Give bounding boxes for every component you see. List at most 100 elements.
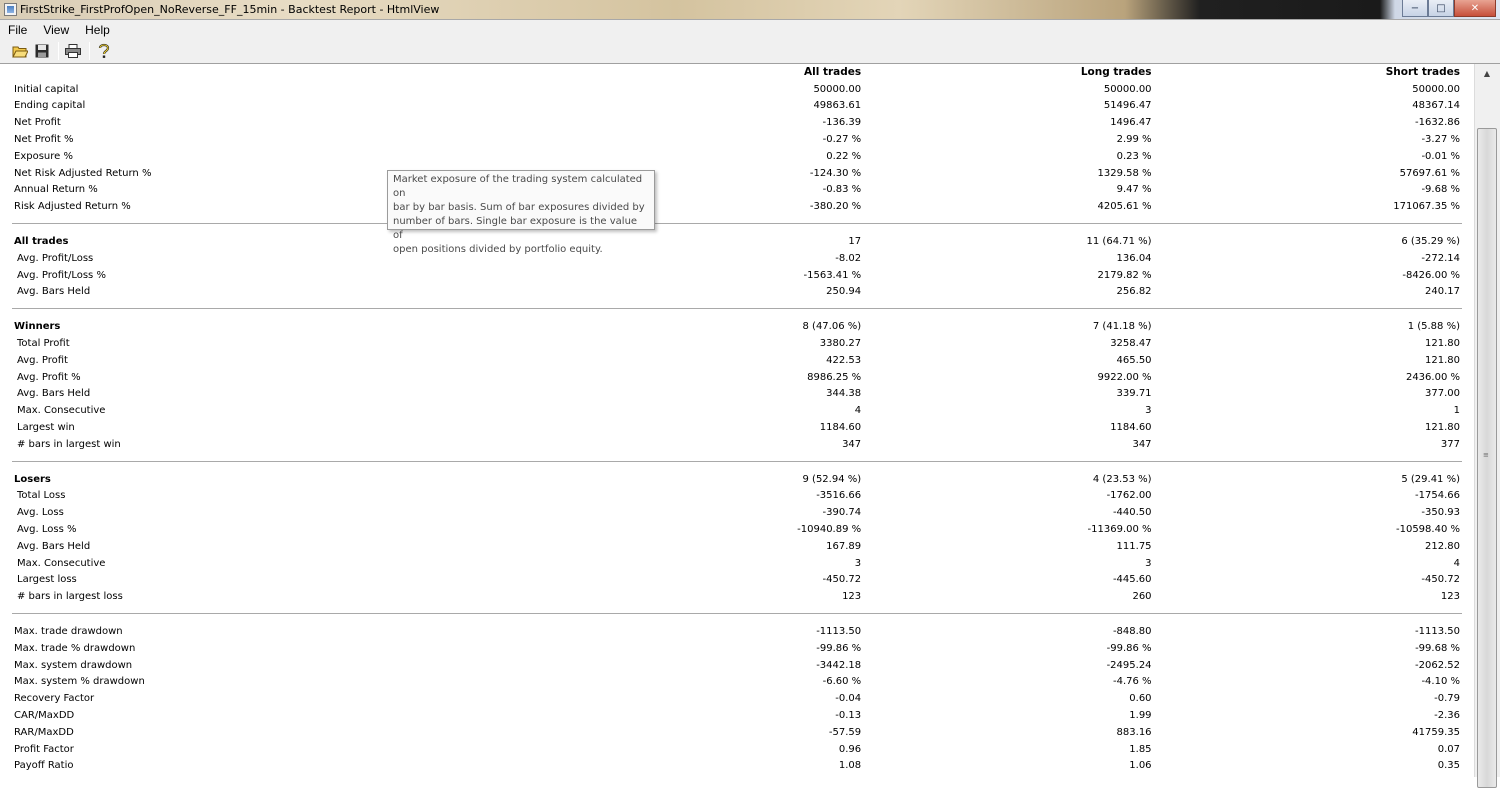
all-trades-value: 422.53 bbox=[826, 354, 862, 366]
table-row: RAR/MaxDD -57.59 883.16 41759.35 bbox=[12, 724, 1462, 741]
short-trades-value: -2062.52 bbox=[1415, 659, 1460, 671]
all-trades-value: 347 bbox=[842, 438, 862, 450]
scrollbar-thumb[interactable]: ≡ bbox=[1477, 128, 1497, 788]
long-trades-value: 1329.58 % bbox=[1097, 167, 1152, 179]
minimize-icon: − bbox=[1410, 2, 1420, 14]
row-label: Max. system drawdown bbox=[14, 659, 133, 671]
spacer-row bbox=[12, 462, 1462, 471]
short-trades-value: 5 (29.41 %) bbox=[1401, 473, 1460, 485]
long-trades-value: 2179.82 % bbox=[1097, 269, 1152, 281]
short-trades-value: 4 bbox=[1453, 557, 1460, 569]
col-header-all-trades: All trades bbox=[804, 66, 862, 79]
all-trades-value: 8 (47.06 %) bbox=[802, 321, 862, 333]
long-trades-value: 50000.00 bbox=[1103, 83, 1152, 95]
spacer-row bbox=[12, 614, 1462, 623]
report-view[interactable]: All trades Long trades Short trades Initial… bbox=[0, 64, 1474, 777]
row-label: Avg. Profit % bbox=[17, 371, 81, 383]
row-label: Avg. Bars Held bbox=[17, 286, 91, 298]
long-trades-value: 1.85 bbox=[1129, 743, 1152, 755]
table-row: Max. system % drawdown -6.60 % -4.76 % -4.1… bbox=[12, 674, 1462, 691]
table-row: # bars in largest loss 123 260 123 bbox=[12, 588, 1462, 605]
col-header-short-trades: Short trades bbox=[1385, 66, 1460, 79]
table-row: Exposure % 0.22 % 0.23 % -0.01 % bbox=[12, 148, 1462, 165]
long-trades-value: -99.86 % bbox=[1106, 642, 1152, 654]
spacer-row bbox=[12, 309, 1462, 318]
row-label: Avg. Loss % bbox=[17, 524, 77, 536]
window-controls: − □ ✕ bbox=[1402, 0, 1496, 18]
print-button[interactable] bbox=[63, 41, 83, 61]
row-label: Winners bbox=[14, 321, 61, 333]
long-trades-value: 1184.60 bbox=[1110, 422, 1152, 434]
table-row: Max. trade drawdown -1113.50 -848.80 -1113.… bbox=[12, 623, 1462, 640]
row-label: RAR/MaxDD bbox=[14, 726, 74, 738]
long-trades-value: 136.04 bbox=[1116, 252, 1152, 264]
short-trades-value: -9.68 % bbox=[1421, 184, 1460, 196]
table-row: Profit Factor 0.96 1.85 0.07 bbox=[12, 741, 1462, 758]
scroll-up-arrow-icon[interactable]: ▲ bbox=[1478, 66, 1496, 80]
spacer-row bbox=[12, 605, 1462, 613]
short-trades-value: 240.17 bbox=[1425, 286, 1460, 298]
close-icon: ✕ bbox=[1470, 2, 1480, 14]
all-trades-value: -1113.50 bbox=[816, 626, 862, 637]
table-row: Payoff Ratio 1.08 1.06 0.35 bbox=[12, 757, 1462, 774]
exposure-tooltip: Market exposure of the trading system ca… bbox=[387, 170, 655, 255]
tooltip-line: number of bars. Single bar exposure is t… bbox=[393, 216, 638, 241]
menu-file[interactable]: File bbox=[6, 23, 29, 37]
vertical-scrollbar[interactable]: ▲ ≡ bbox=[1474, 64, 1500, 788]
short-trades-value: 121.80 bbox=[1425, 338, 1460, 350]
all-trades-value: 344.38 bbox=[826, 388, 862, 400]
help-button[interactable] bbox=[94, 41, 114, 61]
row-label: # bars in largest win bbox=[17, 438, 121, 450]
all-trades-value: -57.59 bbox=[828, 726, 862, 738]
table-row: Net Profit % -0.27 % 2.99 % -3.27 % bbox=[12, 131, 1462, 148]
long-trades-value: 883.16 bbox=[1116, 726, 1152, 738]
scroll-grip-icon: ≡ bbox=[1483, 451, 1489, 459]
long-trades-value: 4205.61 % bbox=[1097, 201, 1152, 213]
row-label: Total Loss bbox=[17, 490, 66, 502]
table-row: Net Risk Adjusted Return % -124.30 % 1329.… bbox=[12, 165, 1462, 182]
spacer-row bbox=[12, 224, 1462, 233]
menu-help[interactable]: Help bbox=[83, 23, 112, 37]
all-trades-value: -450.72 bbox=[822, 574, 862, 586]
all-trades-value: 1184.60 bbox=[819, 422, 862, 434]
long-trades-value: 3 bbox=[1145, 405, 1152, 417]
row-label: Payoff Ratio bbox=[14, 760, 74, 772]
long-trades-value: 465.50 bbox=[1116, 354, 1152, 366]
short-trades-value: -10598.40 % bbox=[1395, 524, 1460, 536]
all-trades-value: 0.22 % bbox=[826, 150, 862, 162]
table-row: Avg. Profit/Loss -8.02 136.04 -272.14 bbox=[12, 250, 1462, 267]
toolbar-separator bbox=[89, 42, 90, 60]
row-label: Initial capital bbox=[14, 83, 79, 95]
long-trades-value: 3 bbox=[1145, 557, 1152, 569]
short-trades-value: 48367.14 bbox=[1412, 100, 1460, 112]
tooltip-line: bar by bar basis. Sum of bar exposures d… bbox=[393, 202, 645, 213]
long-trades-value: 1.06 bbox=[1129, 760, 1152, 772]
window-title: FirstStrike_FirstProfOpen_NoReverse_FF_1… bbox=[20, 3, 440, 16]
save-button[interactable] bbox=[32, 41, 52, 61]
short-trades-value: -1113.50 bbox=[1415, 626, 1460, 637]
short-trades-value: 0.07 bbox=[1437, 743, 1460, 755]
maximize-button[interactable]: □ bbox=[1428, 0, 1454, 17]
row-label: Net Profit % bbox=[14, 134, 74, 146]
long-trades-value: 4 (23.53 %) bbox=[1092, 473, 1152, 485]
toolbar bbox=[0, 39, 1500, 64]
table-row: Initial capital 50000.00 50000.00 50000.00 bbox=[12, 81, 1462, 98]
all-trades-value: -10940.89 % bbox=[797, 524, 862, 536]
close-button[interactable]: ✕ bbox=[1454, 0, 1496, 17]
table-row: Ending capital 49863.61 51496.47 48367.14 bbox=[12, 98, 1462, 115]
short-trades-value: 121.80 bbox=[1425, 354, 1460, 366]
spacer-row bbox=[12, 215, 1462, 223]
col-header-long-trades: Long trades bbox=[1080, 66, 1152, 79]
menu-view[interactable]: View bbox=[41, 23, 71, 37]
open-button[interactable] bbox=[10, 41, 30, 61]
table-row: Largest loss -450.72 -445.60 -450.72 bbox=[12, 572, 1462, 589]
minimize-button[interactable]: − bbox=[1402, 0, 1428, 17]
long-trades-value: 256.82 bbox=[1116, 286, 1152, 298]
table-row: Avg. Loss % -10940.89 % -11369.00 % -10598.… bbox=[12, 521, 1462, 538]
row-label: Max. trade drawdown bbox=[14, 626, 123, 637]
window-titlebar[interactable]: FirstStrike_FirstProfOpen_NoReverse_FF_1… bbox=[0, 0, 1500, 20]
all-trades-value: -6.60 % bbox=[822, 676, 862, 688]
all-trades-value: 123 bbox=[842, 591, 862, 603]
short-trades-value: -0.01 % bbox=[1421, 150, 1460, 162]
row-label: # bars in largest loss bbox=[17, 591, 123, 603]
